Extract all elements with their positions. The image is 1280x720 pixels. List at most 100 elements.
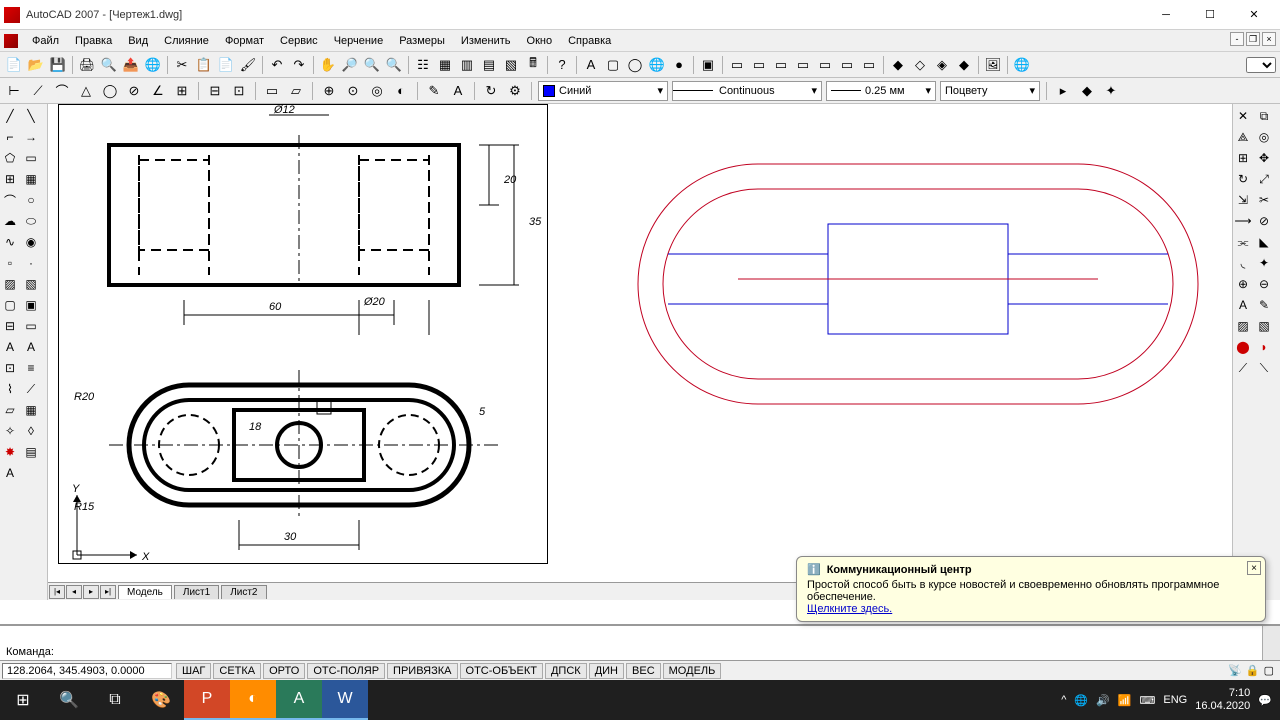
- word-app-icon[interactable]: W: [322, 680, 368, 720]
- ray-icon[interactable]: →: [21, 127, 41, 147]
- move-icon[interactable]: ✥: [1254, 148, 1274, 168]
- pline-icon[interactable]: ⌐: [0, 127, 20, 147]
- pan-icon[interactable]: ✋: [318, 55, 338, 75]
- layer5-icon[interactable]: ▭: [815, 55, 835, 75]
- wipeout-icon[interactable]: ▭: [21, 316, 41, 336]
- tab-next-button[interactable]: ▸: [83, 585, 99, 599]
- undo-icon[interactable]: ↶: [267, 55, 287, 75]
- dim-arc-icon[interactable]: ⌒: [52, 81, 72, 101]
- globe-icon[interactable]: 🌐: [647, 55, 667, 75]
- dim-style-icon[interactable]: ⚙: [505, 81, 525, 101]
- dim-quick-icon[interactable]: ⊞: [172, 81, 192, 101]
- status-ortho[interactable]: ОРТО: [263, 663, 305, 679]
- dim-aligned-icon[interactable]: ⟋: [28, 81, 48, 101]
- dim-ord-icon[interactable]: △: [76, 81, 96, 101]
- tray-up-icon[interactable]: ^: [1061, 694, 1066, 706]
- status-ducs[interactable]: ДПСК: [545, 663, 587, 679]
- center-icon[interactable]: ⊙: [343, 81, 363, 101]
- tab-sheet2[interactable]: Лист2: [221, 585, 266, 599]
- tab-last-button[interactable]: ▸|: [100, 585, 116, 599]
- mod25-icon[interactable]: ⟋: [1233, 358, 1253, 378]
- circle-icon[interactable]: ○: [21, 190, 41, 210]
- tool20-icon[interactable]: ▤: [21, 442, 41, 462]
- tab-prev-button[interactable]: ◂: [66, 585, 82, 599]
- dim-cont-icon[interactable]: ⊡: [229, 81, 249, 101]
- stretch-icon[interactable]: ⇲: [1233, 190, 1253, 210]
- cut-icon[interactable]: ✂: [172, 55, 192, 75]
- solid2-icon[interactable]: ◇: [910, 55, 930, 75]
- publish-icon[interactable]: 📤: [121, 55, 141, 75]
- break-icon[interactable]: ⊘: [1254, 211, 1274, 231]
- join-icon[interactable]: ⫘: [1233, 232, 1253, 252]
- boundary-icon[interactable]: ▣: [21, 295, 41, 315]
- status-dyn[interactable]: ДИН: [589, 663, 624, 679]
- zoom-win-icon[interactable]: 🔍: [362, 55, 382, 75]
- zoom-prev-icon[interactable]: 🔍: [384, 55, 404, 75]
- plotstyle-dropdown[interactable]: Поцвету▾: [940, 81, 1040, 101]
- dim-space-icon[interactable]: ▭: [262, 81, 282, 101]
- block-icon[interactable]: ▫: [0, 253, 20, 273]
- osnap1-icon[interactable]: ▸: [1053, 81, 1073, 101]
- menu-draw[interactable]: Черчение: [326, 33, 392, 49]
- spline-icon[interactable]: ∿: [0, 232, 20, 252]
- mtext-icon[interactable]: A: [0, 337, 20, 357]
- calc-icon[interactable]: 🖩: [523, 55, 543, 75]
- helix-icon[interactable]: ⌇: [0, 379, 20, 399]
- tray-clock[interactable]: 7:1016.04.2020: [1195, 687, 1250, 713]
- minimize-button[interactable]: ─: [1144, 1, 1188, 29]
- print-icon[interactable]: 🖨: [77, 55, 97, 75]
- trim-icon[interactable]: ✂: [1254, 190, 1274, 210]
- mirror-icon[interactable]: ⟁: [1233, 127, 1253, 147]
- copy-icon[interactable]: 📋: [194, 55, 214, 75]
- app2-icon[interactable]: ◐: [230, 680, 276, 720]
- extend-icon[interactable]: ⟶: [1233, 211, 1253, 231]
- mesh-icon[interactable]: ▦: [21, 400, 41, 420]
- preview-icon[interactable]: 🔍: [99, 55, 119, 75]
- mline-icon[interactable]: ≡: [21, 358, 41, 378]
- dim-break-icon[interactable]: ▱: [286, 81, 306, 101]
- status-osnap[interactable]: ПРИВЯЗКА: [387, 663, 457, 679]
- osnap2-icon[interactable]: ◆: [1077, 81, 1097, 101]
- taskview-button[interactable]: ⧉: [92, 680, 138, 720]
- status-model[interactable]: МОДЕЛЬ: [663, 663, 722, 679]
- tray-comm-icon[interactable]: 📡: [1228, 664, 1242, 677]
- inspect-icon[interactable]: ◎: [367, 81, 387, 101]
- close-button[interactable]: ✕: [1232, 1, 1276, 29]
- linetype-dropdown[interactable]: Continuous▾: [672, 81, 822, 101]
- tray-wifi-icon[interactable]: 📶: [1118, 694, 1132, 707]
- lineweight-dropdown[interactable]: 0.25 мм▾: [826, 81, 936, 101]
- layer2-icon[interactable]: ▭: [749, 55, 769, 75]
- dim-base-icon[interactable]: ⊟: [205, 81, 225, 101]
- text-icon[interactable]: A: [581, 55, 601, 75]
- surface-icon[interactable]: ▱: [0, 400, 20, 420]
- line-icon[interactable]: ╱: [0, 106, 20, 126]
- tool18-icon[interactable]: ◊: [21, 421, 41, 441]
- menu-help[interactable]: Справка: [560, 33, 619, 49]
- tray-max-icon[interactable]: ▢: [1264, 664, 1274, 677]
- layer3-icon[interactable]: ▭: [771, 55, 791, 75]
- mod21-icon[interactable]: ▨: [1233, 316, 1253, 336]
- layer1-icon[interactable]: ▭: [727, 55, 747, 75]
- match-icon[interactable]: 🖌: [238, 55, 258, 75]
- command-line[interactable]: Команда:: [0, 624, 1280, 660]
- menu-merge[interactable]: Слияние: [156, 33, 217, 49]
- block-icon[interactable]: ▣: [698, 55, 718, 75]
- tol-icon[interactable]: ⊕: [319, 81, 339, 101]
- dim-rad-icon[interactable]: ◯: [100, 81, 120, 101]
- revcloud-icon[interactable]: ☁: [0, 211, 20, 231]
- tray-net-icon[interactable]: 🌐: [1074, 694, 1088, 707]
- tab-first-button[interactable]: |◂: [49, 585, 65, 599]
- copy2-icon[interactable]: ⧉: [1254, 106, 1274, 126]
- layer6-icon[interactable]: ▭: [837, 55, 857, 75]
- menu-view[interactable]: Вид: [120, 33, 156, 49]
- array-icon[interactable]: ⊞: [0, 169, 20, 189]
- plot-icon[interactable]: 🌐: [143, 55, 163, 75]
- dc-icon[interactable]: ▦: [435, 55, 455, 75]
- mod20-icon[interactable]: ✎: [1254, 295, 1274, 315]
- powerpoint-app-icon[interactable]: P: [184, 680, 230, 720]
- array2-icon[interactable]: ⊞: [1233, 148, 1253, 168]
- help-icon[interactable]: ?: [552, 55, 572, 75]
- osnap3-icon[interactable]: ✦: [1101, 81, 1121, 101]
- mdi-close-button[interactable]: ×: [1262, 32, 1276, 46]
- tool17-icon[interactable]: ✧: [0, 421, 20, 441]
